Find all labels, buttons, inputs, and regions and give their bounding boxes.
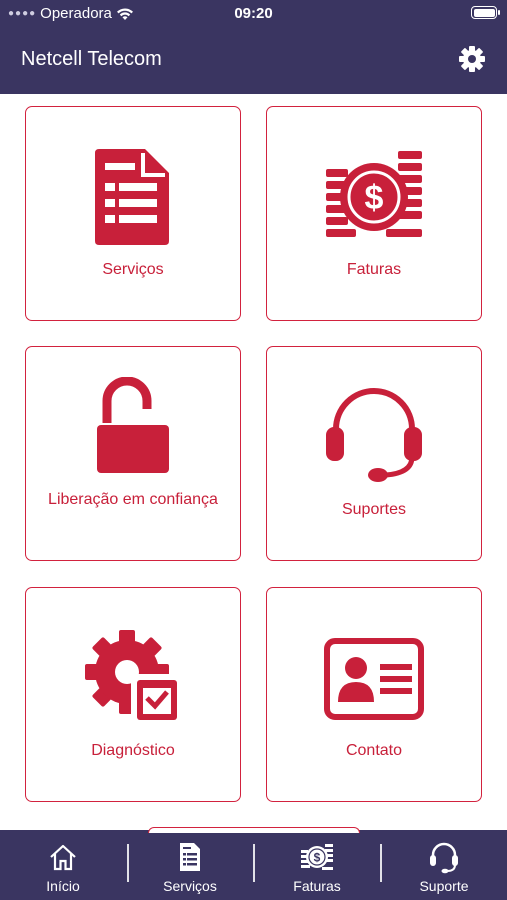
battery-icon — [471, 6, 500, 19]
app-title: Netcell Telecom — [21, 48, 162, 70]
app-header: Netcell Telecom — [0, 28, 507, 94]
tab-faturas[interactable]: $ Faturas — [254, 830, 380, 900]
gear-checklist-icon — [85, 630, 181, 724]
tile-label: Serviços — [102, 261, 164, 278]
tab-label: Início — [46, 878, 80, 894]
tile-label: Contato — [345, 742, 403, 759]
document-list-icon — [95, 149, 169, 245]
tab-suporte[interactable]: Suporte — [381, 830, 507, 900]
headset-icon — [430, 842, 458, 874]
tile-label: Diagnóstico — [91, 742, 175, 759]
tile-contato[interactable]: Contato — [266, 587, 482, 802]
tab-bar: Início Serviços $ Faturas Suporte — [0, 827, 507, 900]
clock: 09:20 — [234, 5, 273, 22]
tile-diagnostico[interactable]: Diagnóstico — [25, 587, 241, 802]
tile-suportes[interactable]: Suportes — [266, 346, 482, 561]
tab-label: Suporte — [419, 878, 469, 894]
tab-servicos[interactable]: Serviços — [127, 830, 253, 900]
svg-text:$: $ — [314, 851, 321, 865]
home-icon — [50, 844, 76, 871]
svg-text:$: $ — [365, 179, 384, 217]
tile-faturas[interactable]: $ Faturas — [266, 106, 482, 321]
settings-gear-icon[interactable] — [457, 44, 487, 74]
unlocked-padlock-icon — [97, 377, 169, 473]
document-list-icon — [180, 843, 200, 871]
contact-card-icon — [324, 638, 424, 720]
tile-servicos[interactable]: Serviços — [25, 106, 241, 321]
tile-label: Liberação em confiança — [48, 491, 218, 508]
tile-liberacao-em-confianca[interactable]: Liberação em confiança — [25, 346, 241, 561]
coins-dollar-icon: $ — [301, 844, 333, 870]
headset-icon — [326, 388, 422, 482]
tab-label: Faturas — [293, 878, 341, 894]
tab-inicio[interactable]: Início — [0, 830, 126, 900]
tile-label: Faturas — [346, 261, 402, 278]
coins-dollar-icon: $ — [326, 151, 422, 237]
status-bar: ●●●● Operadora 09:20 — [0, 0, 507, 28]
tile-label: Suportes — [341, 501, 407, 518]
tab-label: Serviços — [163, 878, 217, 894]
